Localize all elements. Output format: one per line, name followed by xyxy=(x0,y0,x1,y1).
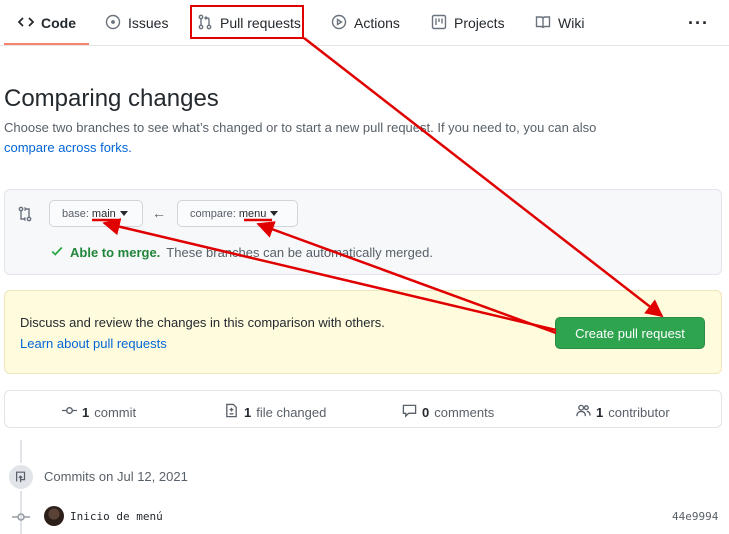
file-diff-icon xyxy=(224,403,239,421)
code-icon xyxy=(17,14,35,33)
caret-down-icon xyxy=(119,211,128,216)
base-branch-select[interactable]: base: main xyxy=(49,200,143,227)
annotation-highlight-box xyxy=(190,5,304,39)
compare-forks-link[interactable]: compare across forks. xyxy=(4,140,132,155)
base-branch-value: main xyxy=(91,207,116,220)
compare-branch-label: compare: xyxy=(190,207,236,220)
avatar[interactable] xyxy=(44,506,64,526)
comments-count: 0 xyxy=(422,404,430,420)
people-icon xyxy=(576,403,591,421)
arrow-left-icon: ← xyxy=(152,205,166,221)
base-branch-label: base: xyxy=(62,207,89,220)
commit-icon xyxy=(62,403,77,421)
tab-selected-underline xyxy=(4,43,89,45)
merge-status-detail: These branches can be automatically merg… xyxy=(166,245,433,260)
check-icon xyxy=(50,244,64,261)
description-text: Choose two branches to see what’s change… xyxy=(4,120,597,135)
tab-issues-label: Issues xyxy=(128,15,169,31)
comment-icon xyxy=(402,403,417,421)
repo-push-icon xyxy=(7,463,35,491)
git-compare-icon xyxy=(17,206,33,225)
contributors-stat[interactable]: 1 contributor xyxy=(576,403,670,421)
tab-projects-label: Projects xyxy=(454,15,505,31)
contributors-count: 1 xyxy=(596,404,604,420)
page-title: Comparing changes xyxy=(4,85,219,112)
tab-wiki[interactable]: Wiki xyxy=(535,0,584,46)
play-icon xyxy=(331,14,347,33)
notice-text: Discuss and review the changes in this c… xyxy=(20,315,385,330)
book-icon xyxy=(535,14,551,33)
issue-icon xyxy=(105,14,121,33)
comments-label: comments xyxy=(434,404,495,420)
tab-wiki-label: Wiki xyxy=(558,15,585,31)
tab-code-label: Code xyxy=(41,15,76,31)
compare-branch-select[interactable]: compare: menu xyxy=(177,200,298,227)
commits-stat[interactable]: 1 commit xyxy=(62,403,136,421)
commits-date-heading: Commits on Jul 12, 2021 xyxy=(44,469,188,484)
tab-code[interactable]: Code xyxy=(17,0,76,46)
learn-pull-requests-link[interactable]: Learn about pull requests xyxy=(20,336,167,351)
tab-projects[interactable]: Projects xyxy=(431,0,505,46)
commits-count: 1 xyxy=(82,404,90,420)
commit-message-link[interactable]: Inicio de menú xyxy=(70,510,163,523)
merge-status-label: Able to merge. xyxy=(70,245,161,260)
contributors-label: contributor xyxy=(608,404,670,420)
page-description: Choose two branches to see what’s change… xyxy=(4,118,664,158)
more-tabs-button[interactable]: ··· xyxy=(688,13,709,34)
tab-issues[interactable]: Issues xyxy=(105,0,168,46)
commits-label: commit xyxy=(94,404,137,420)
project-icon xyxy=(431,14,447,33)
files-stat[interactable]: 1 file changed xyxy=(224,403,326,421)
create-pull-request-button[interactable]: Create pull request xyxy=(555,317,705,349)
merge-status: Able to merge. These branches can be aut… xyxy=(50,244,433,261)
tab-actions-label: Actions xyxy=(354,15,400,31)
comments-stat[interactable]: 0 comments xyxy=(402,403,494,421)
caret-down-icon xyxy=(270,211,279,216)
files-label: file changed xyxy=(256,404,327,420)
compare-branch-value: menu xyxy=(238,207,267,220)
files-count: 1 xyxy=(244,404,252,420)
commit-node-icon xyxy=(12,510,30,526)
commit-sha-link[interactable]: 44e9994 xyxy=(672,510,718,523)
repo-nav: Code Issues Pull requests Actions Projec… xyxy=(0,0,729,46)
tab-actions[interactable]: Actions xyxy=(331,0,400,46)
